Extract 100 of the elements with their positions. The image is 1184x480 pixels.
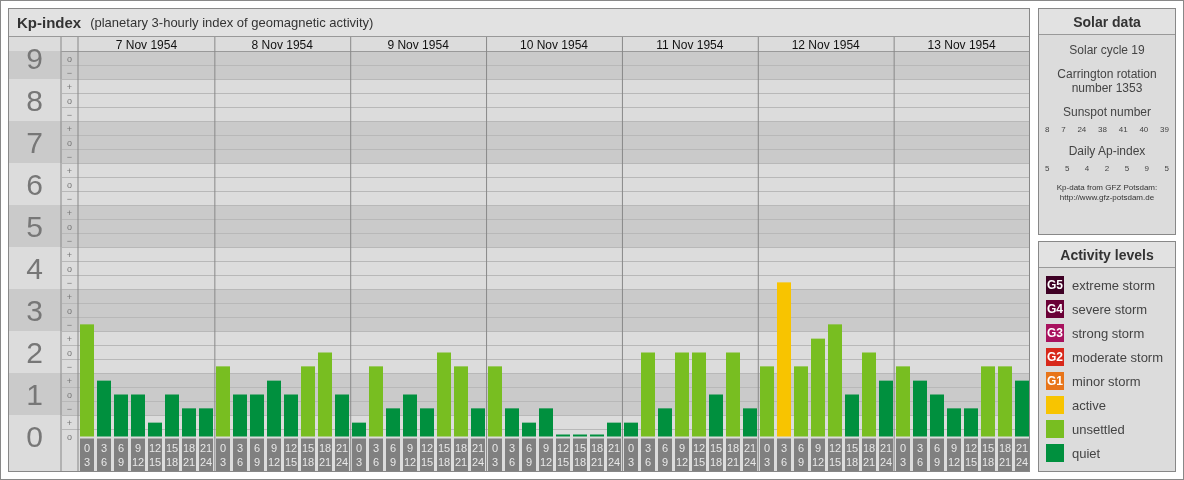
time-slot-label: 12 15 xyxy=(420,438,434,471)
time-slot-label: 3 6 xyxy=(777,438,791,471)
kp-bar xyxy=(556,434,570,437)
time-slot-label: 21 24 xyxy=(199,438,213,471)
sunspot-value: 40 xyxy=(1139,125,1149,134)
legend-label: unsettled xyxy=(1072,421,1125,437)
storm-level-badge: G4 xyxy=(1046,300,1064,318)
storm-level-badge: G1 xyxy=(1046,372,1064,390)
y-axis-minor-label: + xyxy=(66,333,73,344)
time-slot-label: 3 6 xyxy=(913,438,927,471)
time-slot-label: 12 15 xyxy=(556,438,570,471)
kp-bar xyxy=(794,366,808,437)
kp-bar xyxy=(981,366,995,437)
panel-title: Activity levels xyxy=(1039,242,1175,268)
kp-bar xyxy=(760,366,774,437)
sunspot-value: 8 xyxy=(1045,125,1050,134)
time-slot-label: 3 6 xyxy=(369,438,383,471)
y-axis-minor-label: + xyxy=(66,417,73,428)
y-axis-minor-label: o xyxy=(67,95,72,106)
time-slot-label: 0 3 xyxy=(216,438,230,471)
time-slot-label: 6 9 xyxy=(250,438,264,471)
time-slot-label: 18 21 xyxy=(998,438,1012,471)
sunspot-value: 7 xyxy=(1061,125,1066,134)
time-slot-label: 18 21 xyxy=(590,438,604,471)
kp-bar xyxy=(505,408,519,437)
y-axis-label: 9 xyxy=(26,41,43,75)
ap-index-heading: Daily Ap-index xyxy=(1067,144,1147,158)
kp-bar xyxy=(165,394,179,437)
y-axis-minor-label: + xyxy=(66,249,73,260)
kp-bar xyxy=(403,394,417,437)
y-axis-minor-label: − xyxy=(66,319,73,330)
source-url: http://www.gfz-potsdam.de xyxy=(1059,193,1155,203)
day-label: 11 Nov 1954 xyxy=(656,37,724,52)
kp-bar xyxy=(998,366,1012,437)
day-label: 8 Nov 1954 xyxy=(251,37,313,52)
legend-label: active xyxy=(1072,397,1106,413)
sunspot-heading: Sunspot number xyxy=(1061,105,1153,119)
kp-bar xyxy=(284,394,298,437)
time-slot-label: 6 9 xyxy=(930,438,944,471)
y-axis-label: 8 xyxy=(26,83,43,117)
kp-bar xyxy=(335,394,349,437)
y-axis-minor-label: o xyxy=(67,137,72,148)
y-axis-minor-label: o xyxy=(67,263,72,274)
ap-index-value: 4 xyxy=(1084,164,1090,173)
kp-bar xyxy=(709,394,723,437)
kp-bar xyxy=(913,380,927,437)
y-axis-minor-label: + xyxy=(66,123,73,134)
legend-label: strong storm xyxy=(1072,325,1145,341)
y-axis-minor-label: − xyxy=(66,109,73,120)
time-slot-label: 12 15 xyxy=(828,438,842,471)
day-label: 13 Nov 1954 xyxy=(927,37,996,52)
time-slot-label: 0 3 xyxy=(760,438,774,471)
y-axis-minor-label: o xyxy=(67,179,72,190)
kp-bar xyxy=(743,408,757,437)
legend-label: moderate storm xyxy=(1072,349,1164,365)
sunspot-value: 24 xyxy=(1077,125,1087,134)
time-slot-label: 12 15 xyxy=(148,438,162,471)
kp-bar xyxy=(199,408,213,437)
kp-bar xyxy=(267,380,281,437)
y-axis-minor-label: − xyxy=(66,403,73,414)
y-axis-minor-label: − xyxy=(66,193,73,204)
time-slot-label: 0 3 xyxy=(488,438,502,471)
time-slot-label: 21 24 xyxy=(1015,438,1029,471)
y-axis-minor-label: − xyxy=(66,151,73,162)
y-axis-minor-label: o xyxy=(67,431,72,442)
time-slot-label: 18 21 xyxy=(726,438,740,471)
y-axis-minor-label: o xyxy=(67,347,72,358)
kp-bar xyxy=(947,408,961,437)
y-axis-minor-label: − xyxy=(66,361,73,372)
ap-index-value: 2 xyxy=(1104,164,1110,173)
kp-bar xyxy=(216,366,230,437)
time-slot-label: 9 12 xyxy=(947,438,961,471)
time-slot-label: 15 18 xyxy=(301,438,315,471)
y-axis-label: 6 xyxy=(26,167,43,201)
time-slot-label: 0 3 xyxy=(896,438,910,471)
kp-bar xyxy=(148,422,162,437)
day-label: 12 Nov 1954 xyxy=(791,37,860,52)
storm-level-badge: G2 xyxy=(1046,348,1064,366)
time-slot-label: 0 3 xyxy=(80,438,94,471)
kp-bar xyxy=(369,366,383,437)
legend-label: severe storm xyxy=(1072,301,1148,317)
ap-index-value: 5 xyxy=(1045,164,1050,173)
kp-bar xyxy=(930,394,944,437)
time-slot-label: 6 9 xyxy=(658,438,672,471)
y-axis-label: 2 xyxy=(26,335,43,369)
kp-bar xyxy=(131,394,145,437)
time-slot-label: 21 24 xyxy=(335,438,349,471)
kp-bar xyxy=(250,394,264,437)
y-axis-minor-label: o xyxy=(67,389,72,400)
time-slot-label: 15 18 xyxy=(845,438,859,471)
kp-bar xyxy=(607,422,621,437)
day-label: 9 Nov 1954 xyxy=(387,37,449,52)
kp-bar xyxy=(1015,380,1029,437)
y-axis-label: 4 xyxy=(26,251,43,285)
legend-label: minor storm xyxy=(1072,373,1141,389)
kp-bar xyxy=(624,422,638,437)
time-slot-label: 9 12 xyxy=(267,438,281,471)
kp-bar xyxy=(471,408,485,437)
kp-bar xyxy=(539,408,553,437)
kp-bar xyxy=(573,434,587,437)
